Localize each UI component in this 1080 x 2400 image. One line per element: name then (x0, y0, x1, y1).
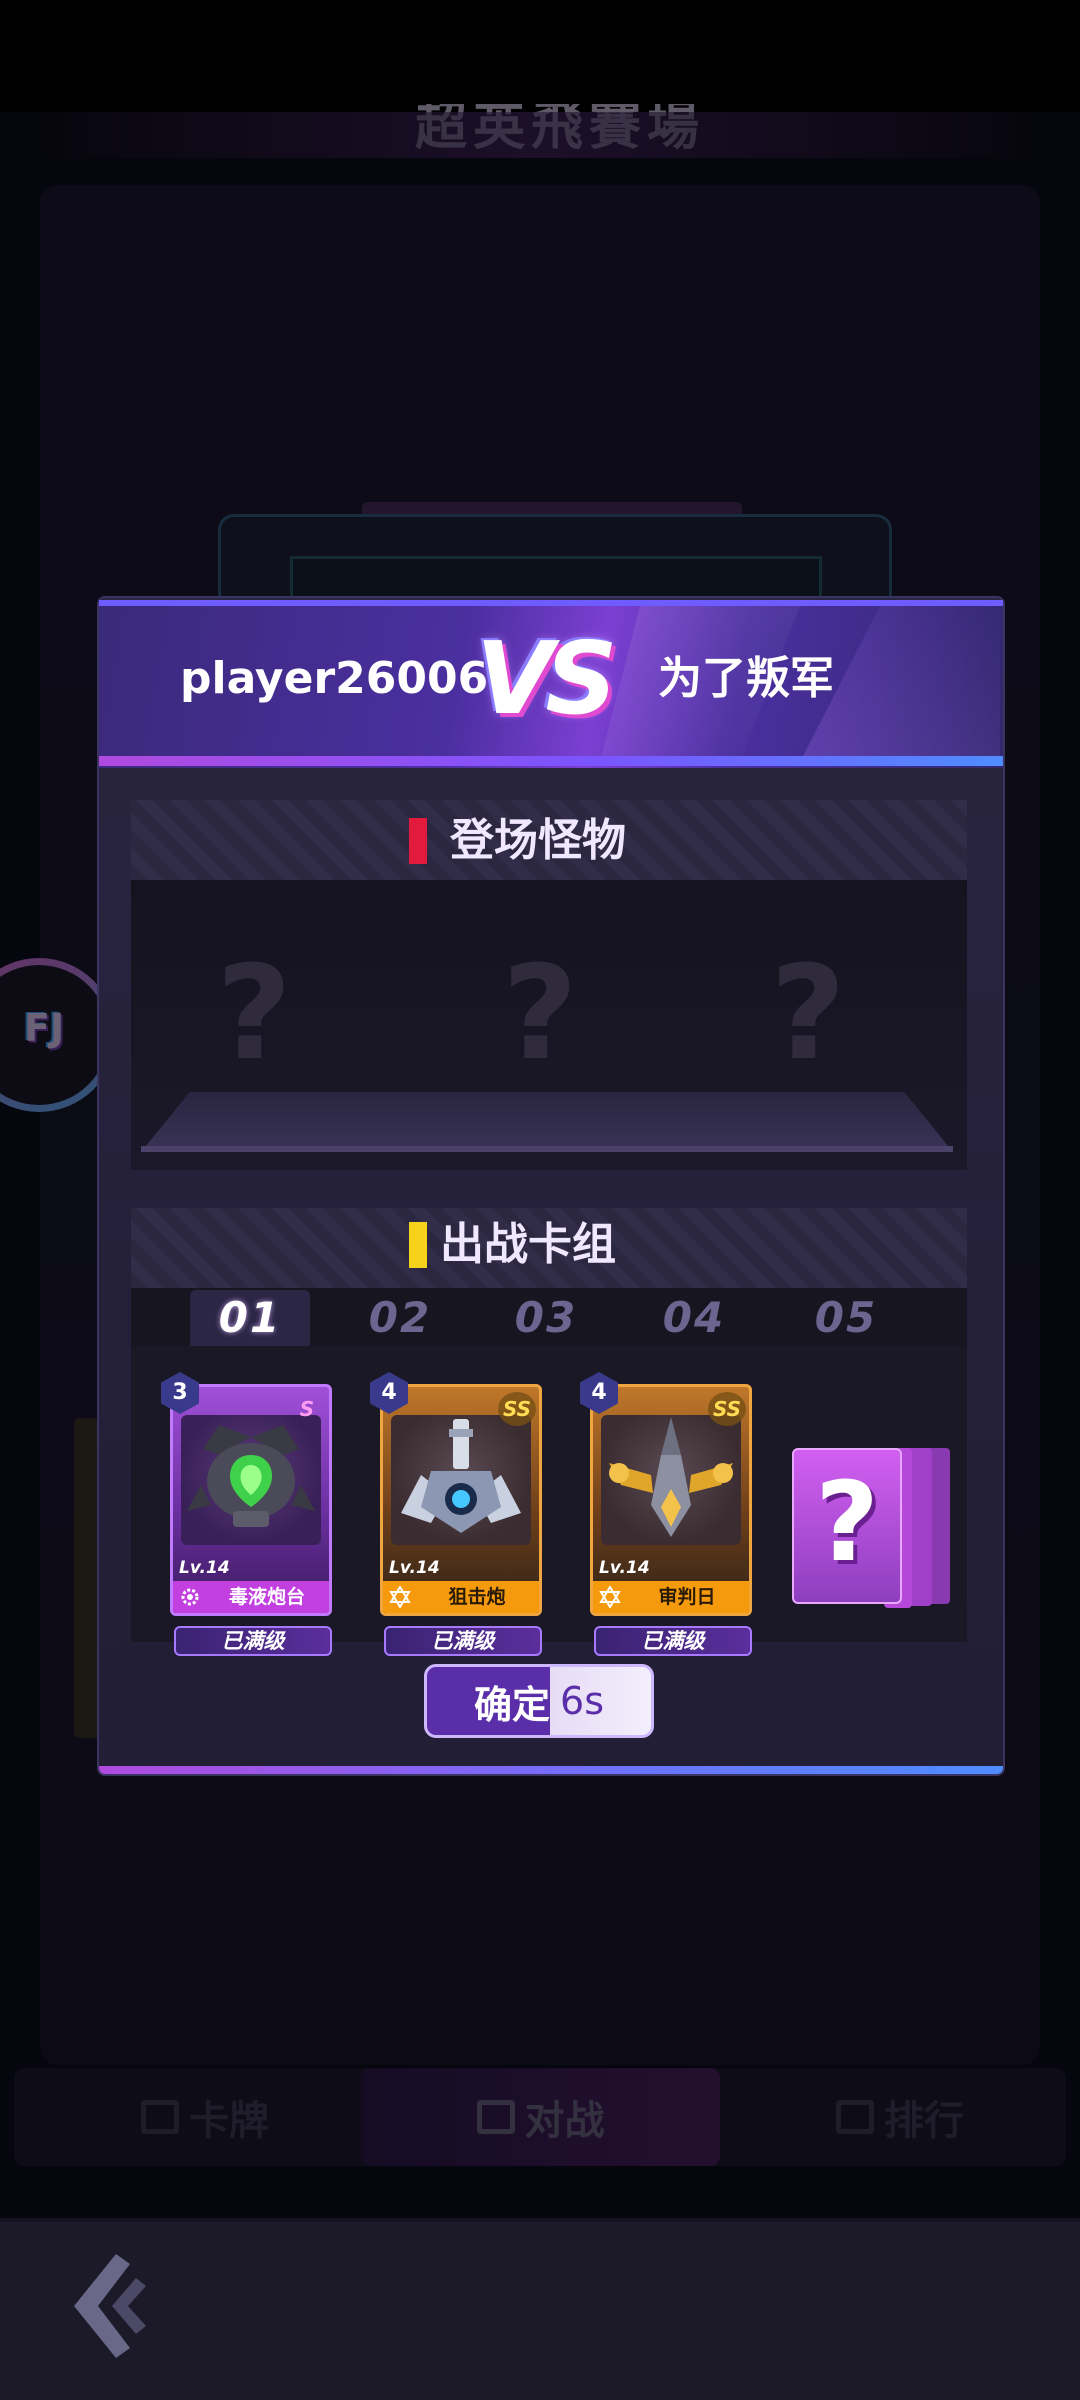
card-level: Lv.14 (599, 1558, 650, 1578)
deck-tab-01[interactable]: 01 (190, 1290, 310, 1346)
card-rarity: SS (708, 1392, 746, 1426)
card-name: 审判日 (658, 1586, 716, 1608)
dialog-bottom-border (99, 1766, 1003, 1774)
vs-logo: VS (476, 620, 617, 737)
card-name: 狙击炮 (448, 1586, 506, 1608)
status-bar (0, 0, 1080, 112)
card-rarity: S (299, 1397, 315, 1421)
confirm-label: 确定 (474, 1682, 551, 1727)
back-arrow-icon[interactable] (66, 2248, 150, 2364)
judgment-day-art (609, 1417, 733, 1537)
card-maxed-tag: 已满级 (174, 1626, 332, 1656)
deck-tab-05[interactable]: 05 (786, 1290, 906, 1346)
card-name-bar: 狙击炮 (383, 1581, 539, 1613)
hexagram-icon (599, 1586, 621, 1608)
monster-stage-floor (141, 1092, 953, 1152)
card-art (391, 1415, 531, 1545)
deck-tab-03[interactable]: 03 (486, 1290, 606, 1346)
monster-section-marker (409, 818, 427, 864)
card-art (181, 1415, 321, 1545)
monster-slot-unknown: ? (770, 937, 846, 1089)
card-name-bar: 审判日 (593, 1581, 749, 1613)
monster-slot-unknown: ? (216, 937, 292, 1089)
player-left-name: player26006 (180, 653, 489, 704)
card-level: Lv.14 (389, 1558, 440, 1578)
card-maxed-tag: 已满级 (384, 1626, 542, 1656)
card-name-bar: 毒液炮台 (173, 1581, 329, 1613)
hexagram-icon (389, 1586, 411, 1608)
card-maxed-tag: 已满级 (594, 1626, 752, 1656)
vs-header-underline (99, 756, 1003, 766)
card-art (601, 1415, 741, 1545)
deck-section-title: 出战卡组 (440, 1219, 616, 1270)
card-rarity: SS (498, 1392, 536, 1426)
monster-section-title: 登场怪物 (450, 815, 626, 866)
footer-bar (0, 2222, 1080, 2400)
gear-icon (181, 1588, 199, 1606)
deck-section-marker (409, 1222, 427, 1268)
confirm-button[interactable]: 确定 6s (424, 1664, 654, 1738)
card-level: Lv.14 (179, 1558, 230, 1578)
confirm-timer: 6s (560, 1679, 604, 1723)
monster-stage-floor-edge (141, 1146, 953, 1152)
venom-turret-art (187, 1425, 315, 1527)
locked-card-question-mark: ? (815, 1458, 879, 1586)
deck-tab-02[interactable]: 02 (340, 1290, 460, 1346)
monster-slot-unknown: ? (502, 937, 578, 1089)
deck-tab-04[interactable]: 04 (634, 1290, 754, 1346)
card-name: 毒液炮台 (228, 1586, 305, 1608)
player-right-name: 为了叛军 (658, 653, 834, 704)
sniper-cannon-art (401, 1419, 521, 1533)
